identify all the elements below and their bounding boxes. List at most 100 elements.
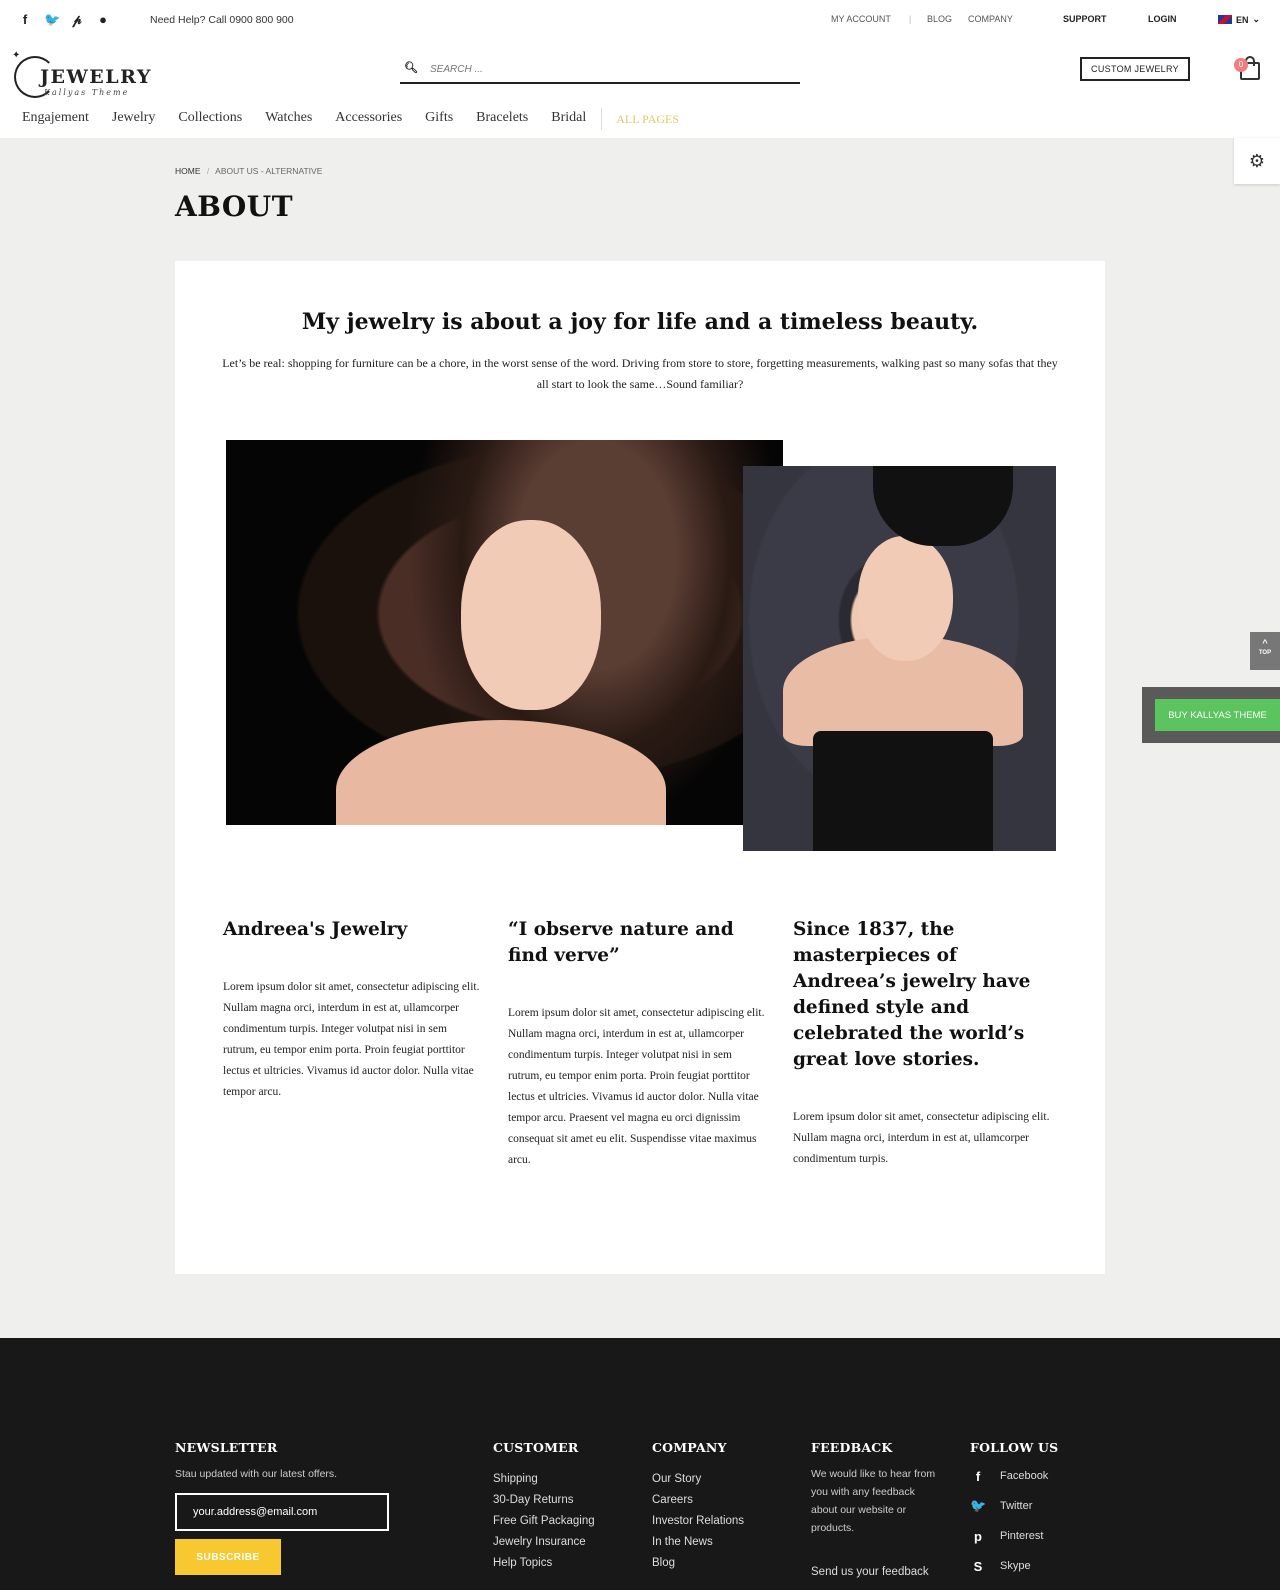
follow-facebook[interactable]: f Facebook xyxy=(970,1461,1058,1491)
company-section: COMPANY Our Story Careers Investor Relat… xyxy=(652,1440,744,1574)
nav-item-collections[interactable]: Collections xyxy=(178,110,242,130)
buy-theme-panel: BUY KALLYAS THEME xyxy=(1142,687,1280,743)
footer-link-investor[interactable]: Investor Relations xyxy=(652,1511,744,1532)
buy-theme-button[interactable]: BUY KALLYAS THEME xyxy=(1155,699,1280,731)
follow-label: Skype xyxy=(1000,1560,1031,1572)
column-text: Lorem ipsum dolor sit amet, consectetur … xyxy=(223,981,480,1098)
nav-item-gifts[interactable]: Gifts xyxy=(425,110,453,130)
subscribe-button[interactable]: SUBSCRIBE xyxy=(175,1539,281,1575)
column-title: “I observe nature and find verve” xyxy=(508,919,734,966)
help-phone: Need Help? Call 0900 800 900 xyxy=(150,14,294,26)
facebook-icon: f xyxy=(975,1468,981,1484)
nav-item-engajement[interactable]: Engajement xyxy=(22,110,89,130)
search-input[interactable] xyxy=(430,59,790,79)
breadcrumb-separator: / xyxy=(206,166,210,176)
nav-item-all-pages[interactable]: ALL PAGES xyxy=(616,112,679,130)
footer-link-gift-packaging[interactable]: Free Gift Packaging xyxy=(493,1511,595,1532)
photo-face xyxy=(858,536,953,661)
footer-link-help[interactable]: Help Topics xyxy=(493,1553,595,1574)
footer-link-our-story[interactable]: Our Story xyxy=(652,1469,744,1490)
page-title: ABOUT xyxy=(175,190,294,223)
my-account-link[interactable]: MY ACCOUNT xyxy=(831,14,891,24)
footer: NEWSLETTER Stau updated with our latest … xyxy=(0,1338,1280,1590)
newsletter-text: Stau updated with our latest offers. xyxy=(175,1468,338,1480)
nav-divider xyxy=(601,108,603,130)
top-label: TOP xyxy=(1258,650,1272,656)
send-feedback-link[interactable]: Send us your feedback xyxy=(811,1566,929,1578)
column-text: Lorem ipsum dolor sit amet, consectetur … xyxy=(508,1007,765,1166)
language-label: EN xyxy=(1236,14,1249,25)
follow-twitter[interactable]: 🐦 Twitter xyxy=(970,1491,1058,1521)
column-title: Andreea's Jewelry xyxy=(223,919,408,940)
column-title: Since 1837, the masterpieces of Andreea’… xyxy=(793,919,1031,1070)
breadcrumb-home[interactable]: HOME xyxy=(175,166,201,176)
newsletter-title: NEWSLETTER xyxy=(175,1440,278,1455)
footer-link-shipping[interactable]: Shipping xyxy=(493,1469,595,1490)
nav-item-accessories[interactable]: Accessories xyxy=(335,110,402,130)
text-column-2: “I observe nature and find verve” Lorem … xyxy=(508,917,768,1171)
footer-link-insurance[interactable]: Jewelry Insurance xyxy=(493,1532,595,1553)
breadcrumb: HOME / ABOUT US - ALTERNATIVE xyxy=(175,166,322,176)
chevron-up-icon: ^ xyxy=(1262,638,1268,648)
company-title: COMPANY xyxy=(652,1440,727,1455)
facebook-icon[interactable]: f xyxy=(18,12,32,28)
twitter-icon: 🐦 xyxy=(970,1498,987,1513)
pinterest-icon: p xyxy=(974,1528,982,1544)
uk-flag-icon xyxy=(1218,15,1232,24)
language-selector[interactable]: EN ⌄ xyxy=(1218,14,1260,25)
breadcrumb-current: ABOUT US - ALTERNATIVE xyxy=(215,166,323,176)
nav-item-bracelets[interactable]: Bracelets xyxy=(476,110,528,130)
top-bar: f 🐦 𝓅 ● Need Help? Call 0900 800 900 MY … xyxy=(0,0,1280,40)
photo-face xyxy=(461,520,601,710)
scroll-top-button[interactable]: ^ TOP xyxy=(1250,632,1280,670)
dribbble-icon[interactable]: ● xyxy=(96,12,110,28)
header: ✦ JEWELRY Kallyas Theme 🔍︎ CUSTOM JEWELR… xyxy=(0,40,1280,138)
about-content-card: My jewelry is about a joy for life and a… xyxy=(175,261,1105,1274)
cart-count-badge: 0 xyxy=(1234,58,1248,72)
search-icon[interactable]: 🔍︎ xyxy=(404,61,418,74)
filter-sliders-icon[interactable]: ⚙ xyxy=(1234,138,1280,184)
column-text: Lorem ipsum dolor sit amet, consectetur … xyxy=(793,1111,1050,1165)
nav-item-bridal[interactable]: Bridal xyxy=(551,110,586,130)
logo-title: JEWELRY xyxy=(40,66,152,88)
text-column-1: Andreea's Jewelry Lorem ipsum dolor sit … xyxy=(223,917,483,1103)
follow-section: FOLLOW US f Facebook 🐦 Twitter p Pintere… xyxy=(970,1440,1058,1581)
about-intro: Let’s be real: shopping for furniture ca… xyxy=(222,356,1058,391)
logo-subtitle: Kallyas Theme xyxy=(44,88,130,97)
newsletter-section: NEWSLETTER Stau updated with our latest … xyxy=(175,1440,337,1483)
model-photo-small xyxy=(743,466,1056,851)
text-column-3: Since 1837, the masterpieces of Andreea’… xyxy=(793,917,1053,1170)
skype-icon: S xyxy=(973,1558,983,1574)
search-bar: 🔍︎ xyxy=(400,56,800,84)
follow-label: Pinterest xyxy=(1000,1530,1044,1542)
model-photo-large xyxy=(226,440,783,825)
photo-dress xyxy=(813,731,993,851)
newsletter-email-input[interactable] xyxy=(175,1493,389,1531)
support-link[interactable]: SUPPORT xyxy=(1063,14,1107,24)
pinterest-icon[interactable]: 𝓅 xyxy=(70,12,84,28)
blog-link[interactable]: BLOG xyxy=(927,14,952,24)
custom-jewelry-button[interactable]: CUSTOM JEWELRY xyxy=(1080,57,1190,81)
follow-skype[interactable]: S Skype xyxy=(970,1551,1058,1581)
company-link[interactable]: COMPANY xyxy=(968,14,1013,24)
follow-label: Facebook xyxy=(1000,1470,1049,1482)
footer-link-careers[interactable]: Careers xyxy=(652,1490,744,1511)
footer-link-blog[interactable]: Blog xyxy=(652,1553,744,1574)
feedback-title: FEEDBACK xyxy=(811,1440,893,1455)
main-nav: Engajement Jewelry Collections Watches A… xyxy=(22,108,702,130)
footer-link-returns[interactable]: 30-Day Returns xyxy=(493,1490,595,1511)
cart-button[interactable]: 0 xyxy=(1234,56,1260,82)
footer-link-news[interactable]: In the News xyxy=(652,1532,744,1553)
customer-section: CUSTOMER Shipping 30-Day Returns Free Gi… xyxy=(493,1440,595,1574)
nav-item-watches[interactable]: Watches xyxy=(265,110,312,130)
nav-item-jewelry[interactable]: Jewelry xyxy=(112,110,156,130)
follow-title: FOLLOW US xyxy=(970,1440,1059,1455)
feedback-text: We would like to hear from you with any … xyxy=(811,1468,936,1534)
customer-title: CUSTOMER xyxy=(493,1440,579,1455)
chevron-down-icon: ⌄ xyxy=(1252,14,1261,24)
logo[interactable]: ✦ JEWELRY Kallyas Theme xyxy=(12,50,154,100)
twitter-icon[interactable]: 🐦 xyxy=(44,12,60,28)
follow-pinterest[interactable]: p Pinterest xyxy=(970,1521,1058,1551)
login-link[interactable]: LOGIN xyxy=(1148,14,1177,24)
photo-hat xyxy=(873,466,1013,546)
